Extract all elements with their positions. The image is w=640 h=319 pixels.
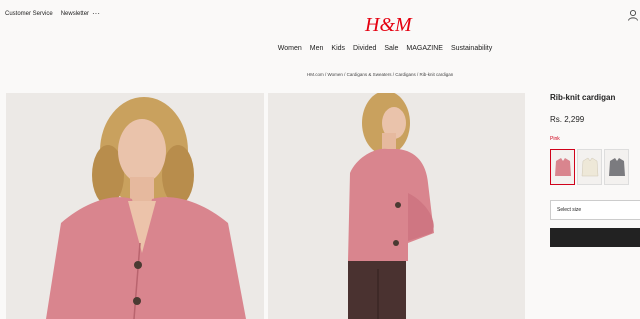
user-icon[interactable] [627, 9, 639, 21]
product-image-closeup[interactable] [6, 93, 264, 319]
swatch-pink[interactable] [550, 149, 575, 185]
newsletter-link[interactable]: Newsletter [61, 11, 89, 17]
hm-logo[interactable]: H&M [365, 14, 412, 36]
nav-sustainability[interactable]: Sustainability [451, 45, 492, 52]
utility-links: Customer Service Newsletter [5, 11, 89, 17]
nav-magazine[interactable]: MAGAZINE [406, 45, 443, 52]
nav-women[interactable]: Women [278, 45, 302, 52]
main-nav: Women Men Kids Divided Sale MAGAZINE Sus… [0, 45, 640, 52]
nav-men[interactable]: Men [310, 45, 324, 52]
more-dots-icon[interactable]: ··· [92, 9, 100, 18]
top-bar: Customer Service Newsletter ··· [0, 0, 640, 30]
breadcrumb[interactable]: HM.com / Women / Cardigans & Sweaters / … [307, 72, 453, 77]
nav-sale[interactable]: Sale [384, 45, 398, 52]
size-select[interactable]: Select size [550, 200, 640, 220]
product-price: Rs. 2,299 [550, 115, 585, 124]
product-image-full[interactable] [268, 93, 525, 319]
color-swatches [550, 149, 629, 185]
swatch-grey[interactable] [604, 149, 629, 185]
nav-divided[interactable]: Divided [353, 45, 376, 52]
swatch-cream[interactable] [577, 149, 602, 185]
nav-kids[interactable]: Kids [331, 45, 345, 52]
color-label: Pink [550, 136, 560, 142]
customer-service-link[interactable]: Customer Service [5, 11, 53, 17]
add-to-bag-button[interactable] [550, 228, 640, 247]
product-name: Rib-knit cardigan [550, 93, 616, 102]
